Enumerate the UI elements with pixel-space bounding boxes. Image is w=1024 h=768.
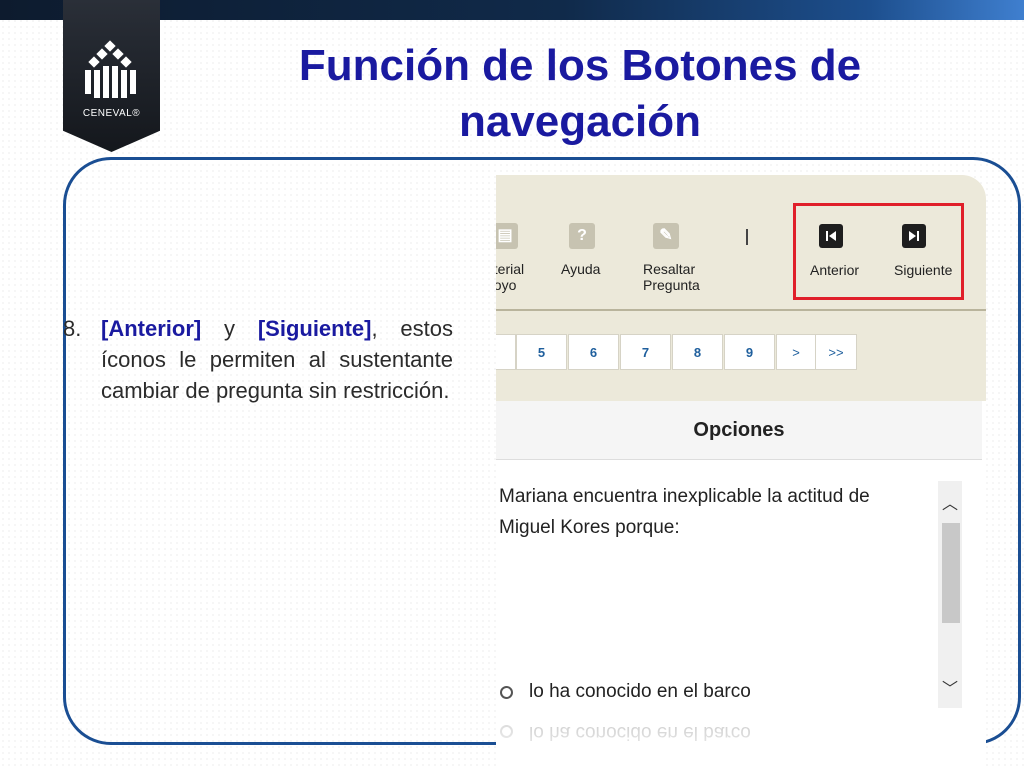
toolbar-material-apoyo[interactable]: ▤ aterial poyo: [496, 223, 524, 293]
page-button-6[interactable]: 6: [568, 334, 619, 370]
reflection-fade: [496, 715, 986, 768]
help-icon: ?: [569, 223, 595, 249]
answer-option-label: lo ha conocido en el barco: [529, 681, 751, 702]
answer-option[interactable]: lo ha conocido en el barco: [500, 681, 751, 703]
bullet-number: 8.: [63, 316, 82, 341]
material-icon: ▤: [496, 223, 518, 249]
keyword-siguiente: [Siguiente]: [257, 316, 372, 341]
resaltar-label: Resaltar Pregunta: [643, 261, 700, 293]
ceneval-logo-icon: [85, 40, 136, 98]
anterior-button[interactable]: Anterior: [810, 224, 859, 278]
exam-screenshot: ▤ aterial poyo ? Ayuda ✎ Resaltar Pregun…: [496, 175, 986, 768]
slide-title: Función de los Botones de navegación: [298, 41, 862, 146]
material-label: aterial poyo: [496, 261, 525, 293]
scrollbar-thumb[interactable]: [942, 523, 960, 623]
options-header: Opciones: [496, 401, 982, 460]
siguiente-button[interactable]: Siguiente: [894, 224, 952, 278]
highlight-icon: ✎: [653, 223, 679, 249]
chevron-down-icon[interactable]: ﹀: [940, 680, 960, 700]
radio-button[interactable]: [500, 685, 513, 699]
toolbar-resaltar-pregunta[interactable]: ✎ Resaltar Pregunta: [643, 223, 700, 293]
next-icon: [902, 224, 926, 248]
previous-icon: [819, 224, 843, 248]
anterior-label: Anterior: [810, 262, 860, 278]
bullet-connector: y: [201, 316, 258, 341]
exam-toolbar: ▤ aterial poyo ? Ayuda ✎ Resaltar Pregun…: [496, 175, 986, 311]
page-button-7[interactable]: 7: [620, 334, 671, 370]
logo-text: CENEVAL®: [82, 108, 141, 119]
question-pager: 5 6 7 8 9 > >>: [496, 311, 986, 401]
page-last-button[interactable]: >>: [815, 334, 857, 370]
page-next-button[interactable]: >: [776, 334, 816, 370]
siguiente-label: Siguiente: [894, 262, 953, 278]
page-button[interactable]: [496, 334, 516, 370]
page-button-9[interactable]: 9: [724, 334, 775, 370]
question-text: Mariana encuentra inexplicable la actitu…: [499, 486, 870, 538]
chevron-up-icon[interactable]: ︿: [940, 495, 960, 515]
keyword-anterior: [Anterior]: [101, 316, 202, 341]
toolbar-ayuda[interactable]: ? Ayuda: [561, 223, 600, 277]
page-button-5[interactable]: 5: [516, 334, 567, 370]
ayuda-label: Ayuda: [561, 261, 601, 277]
page-button-8[interactable]: 8: [672, 334, 723, 370]
toolbar-separator: [746, 229, 748, 245]
bullet-text: [Anterior] y [Siguiente], estos íconos l…: [101, 313, 453, 406]
